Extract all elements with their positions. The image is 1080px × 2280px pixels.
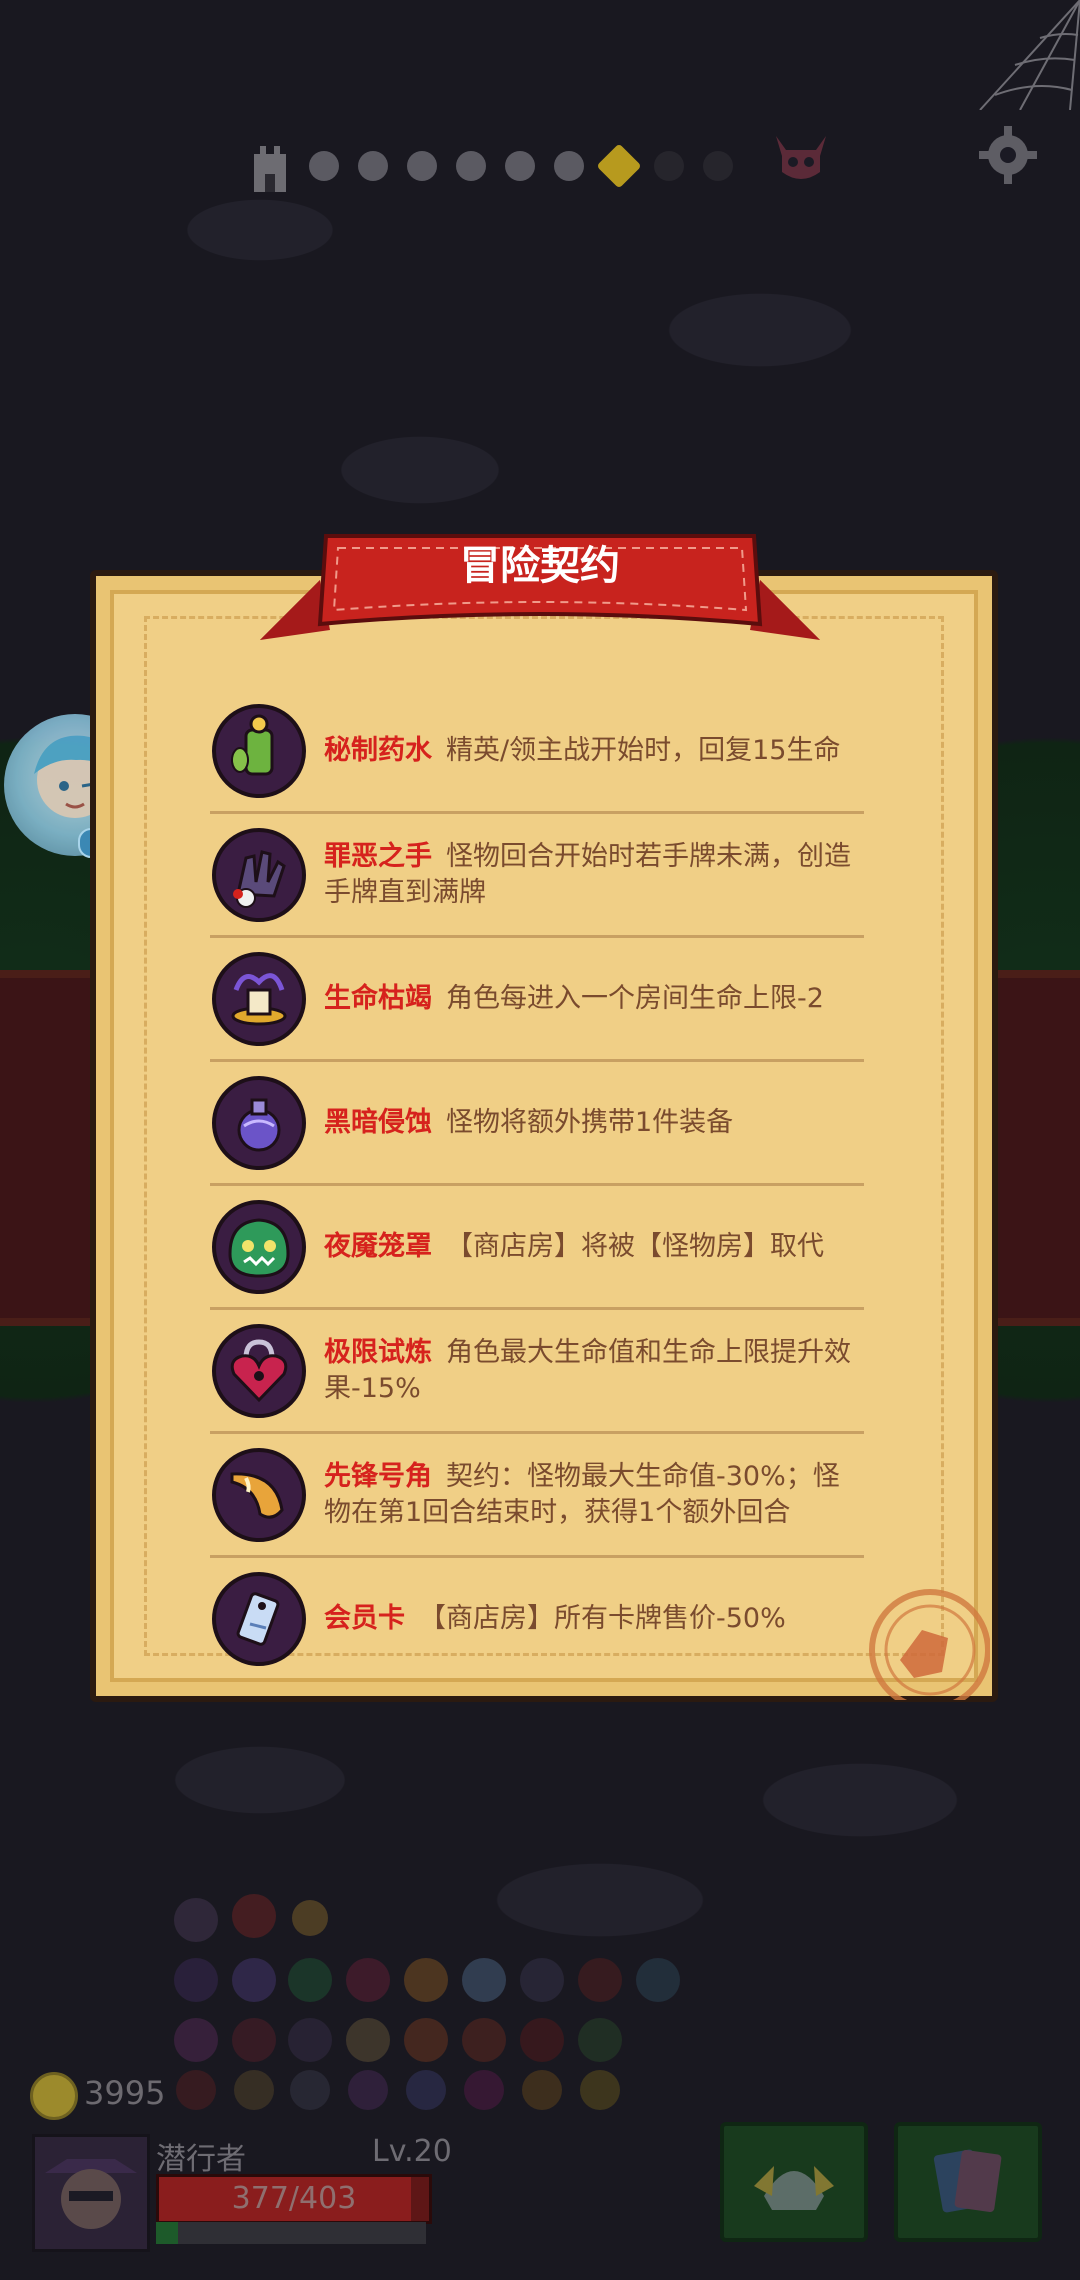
potion-icon bbox=[212, 704, 306, 798]
contract-text: 生命枯竭 角色每进入一个房间生命上限-2 bbox=[324, 938, 864, 1059]
contract-text: 先锋号角 契约：怪物最大生命值-30%；怪物在第1回合结束时，获得1个额外回合 bbox=[324, 1434, 864, 1555]
player-level: Lv.20 bbox=[372, 2134, 452, 2169]
progress-node bbox=[407, 151, 437, 181]
equipment-button[interactable] bbox=[720, 2122, 868, 2242]
hp-bar: 377/403 bbox=[156, 2174, 432, 2224]
contract-row[interactable]: 生命枯竭 角色每进入一个房间生命上限-2 bbox=[210, 938, 864, 1062]
settings-gear-icon[interactable] bbox=[975, 122, 1041, 188]
contract-desc: 角色每进入一个房间生命上限-2 bbox=[446, 982, 824, 1014]
contract-desc: 精英/领主战开始时，回复15生命 bbox=[446, 734, 841, 766]
gold-coin-icon bbox=[30, 2072, 78, 2120]
contract-desc: 【商店房】将被【怪物房】取代 bbox=[446, 1230, 824, 1262]
progress-node bbox=[703, 151, 733, 181]
contract-desc: 怪物将额外携带1件装备 bbox=[446, 1106, 734, 1138]
progress-node-current bbox=[596, 143, 642, 189]
wax-stamp-icon bbox=[830, 1580, 991, 1711]
xp-bar-fill bbox=[156, 2222, 178, 2244]
contract-text: 会员卡 【商店房】所有卡牌售价-50% bbox=[324, 1558, 864, 1679]
gold-count: 3995 bbox=[84, 2074, 166, 2112]
contract-text: 罪恶之手 怪物回合开始时若手牌未满，创造手牌直到满牌 bbox=[324, 814, 864, 935]
contract-name: 秘制药水 bbox=[324, 734, 432, 766]
dungeon-progress bbox=[250, 140, 733, 192]
contract-text: 秘制药水 精英/领主战开始时，回复15生命 bbox=[324, 690, 864, 811]
relic-inventory bbox=[150, 1890, 690, 2110]
contract-name: 生命枯竭 bbox=[324, 982, 432, 1014]
room-door-left[interactable] bbox=[0, 970, 103, 1326]
progress-node bbox=[505, 151, 535, 181]
contract-row[interactable]: 极限试炼 角色最大生命值和生命上限提升效果-15% bbox=[210, 1310, 864, 1434]
player-name: 潜行者 bbox=[156, 2142, 246, 2177]
member-card-icon bbox=[212, 1572, 306, 1666]
contract-row[interactable]: 夜魇笼罩 【商店房】将被【怪物房】取代 bbox=[210, 1186, 864, 1310]
dialog-title: 冒险契约 bbox=[460, 543, 620, 589]
progress-node bbox=[654, 151, 684, 181]
boss-skull-icon bbox=[770, 132, 832, 186]
contract-text: 黑暗侵蚀 怪物将额外携带1件装备 bbox=[324, 1062, 864, 1183]
card-deck-button[interactable] bbox=[894, 2122, 1042, 2242]
nightmare-monster-icon bbox=[212, 1200, 306, 1294]
contract-row[interactable]: 秘制药水 精英/领主战开始时，回复15生命 bbox=[210, 690, 864, 814]
contract-name: 夜魇笼罩 bbox=[324, 1230, 432, 1262]
heart-lock-icon bbox=[212, 1324, 306, 1418]
contract-name: 先锋号角 bbox=[324, 1460, 432, 1492]
contract-name: 黑暗侵蚀 bbox=[324, 1106, 432, 1138]
contract-name: 极限试炼 bbox=[324, 1336, 432, 1368]
contract-row[interactable]: 罪恶之手 怪物回合开始时若手牌未满，创造手牌直到满牌 bbox=[210, 814, 864, 938]
contract-name: 罪恶之手 bbox=[324, 840, 432, 872]
player-avatar[interactable] bbox=[32, 2134, 150, 2252]
contract-name: 会员卡 bbox=[324, 1602, 405, 1634]
contract-desc: 【商店房】所有卡牌售价-50% bbox=[419, 1602, 786, 1634]
contract-text: 夜魇笼罩 【商店房】将被【怪物房】取代 bbox=[324, 1186, 864, 1307]
sinful-hand-icon bbox=[212, 828, 306, 922]
horn-icon bbox=[212, 1448, 306, 1542]
contract-row[interactable]: 先锋号角 契约：怪物最大生命值-30%；怪物在第1回合结束时，获得1个额外回合 bbox=[210, 1434, 864, 1558]
contract-list: 秘制药水 精英/领主战开始时，回复15生命 罪恶之手 怪物回合开始时若手牌未满，创造… bbox=[210, 690, 864, 1679]
contract-row[interactable]: 黑暗侵蚀 怪物将额外携带1件装备 bbox=[210, 1062, 864, 1186]
progress-node bbox=[358, 151, 388, 181]
dark-flask-icon bbox=[212, 1076, 306, 1170]
xp-bar bbox=[156, 2222, 426, 2244]
progress-node bbox=[456, 151, 486, 181]
hp-text: 377/403 bbox=[231, 2181, 357, 2216]
progress-node bbox=[309, 151, 339, 181]
progress-node bbox=[554, 151, 584, 181]
withered-life-icon bbox=[212, 952, 306, 1046]
spider-web-icon bbox=[960, 0, 1080, 111]
castle-icon bbox=[250, 140, 290, 192]
contract-row[interactable]: 会员卡 【商店房】所有卡牌售价-50% bbox=[210, 1558, 864, 1679]
contract-text: 极限试炼 角色最大生命值和生命上限提升效果-15% bbox=[324, 1310, 864, 1431]
